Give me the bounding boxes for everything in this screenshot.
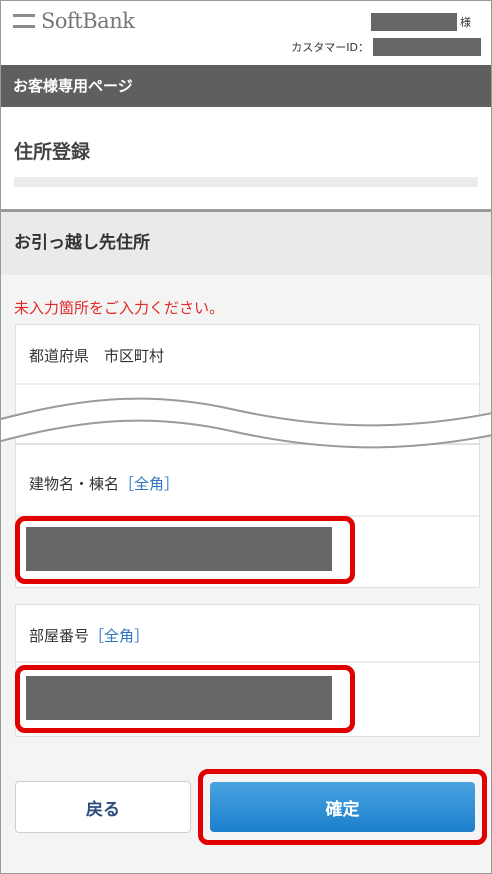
room-input-highlight — [15, 665, 355, 733]
building-input-highlight — [15, 516, 355, 584]
room-input[interactable] — [26, 676, 332, 720]
progress-bar — [14, 177, 478, 187]
fullwidth-tag: ［全角］ — [89, 627, 150, 645]
building-label-text: 建物名・棟名 — [29, 475, 120, 493]
customer-id-label: カスタマーID： — [291, 41, 369, 54]
card-divider — [16, 661, 479, 663]
omission-wave — [1, 397, 491, 449]
customer-id-line: カスタマーID： — [291, 38, 481, 56]
prefecture-label: 都道府県 市区町村 — [29, 347, 165, 365]
user-name-line: 様 — [371, 13, 471, 31]
app-frame: SoftBank 様 カスタマーID： お客様専用ページ 住所登録 お引っ越し先… — [0, 0, 492, 874]
customer-id-redacted — [373, 38, 481, 56]
error-message: 未入力箇所をご入力ください。 — [14, 299, 225, 317]
page-title-section: 住所登録 — [1, 107, 491, 211]
confirm-button-highlight: 確定 — [198, 769, 487, 845]
page-header-bar: お客様専用ページ — [1, 65, 491, 107]
brand-name: SoftBank — [41, 9, 135, 33]
softbank-logo[interactable]: SoftBank — [13, 9, 135, 33]
room-label-text: 部屋番号 — [29, 627, 90, 645]
section-title: お引っ越し先住所 — [1, 212, 491, 275]
building-label: 建物名・棟名［全角］ — [29, 473, 179, 494]
softbank-mark-icon — [13, 14, 35, 28]
header: SoftBank 様 カスタマーID： — [1, 1, 491, 65]
confirm-button[interactable]: 確定 — [210, 782, 475, 832]
building-input[interactable] — [26, 527, 332, 571]
room-label: 部屋番号［全角］ — [29, 625, 149, 646]
user-suffix: 様 — [460, 16, 471, 29]
fullwidth-tag: ［全角］ — [119, 475, 180, 493]
back-button[interactable]: 戻る — [15, 781, 191, 833]
user-name-redacted — [371, 13, 457, 31]
page-title: 住所登録 — [14, 141, 91, 163]
